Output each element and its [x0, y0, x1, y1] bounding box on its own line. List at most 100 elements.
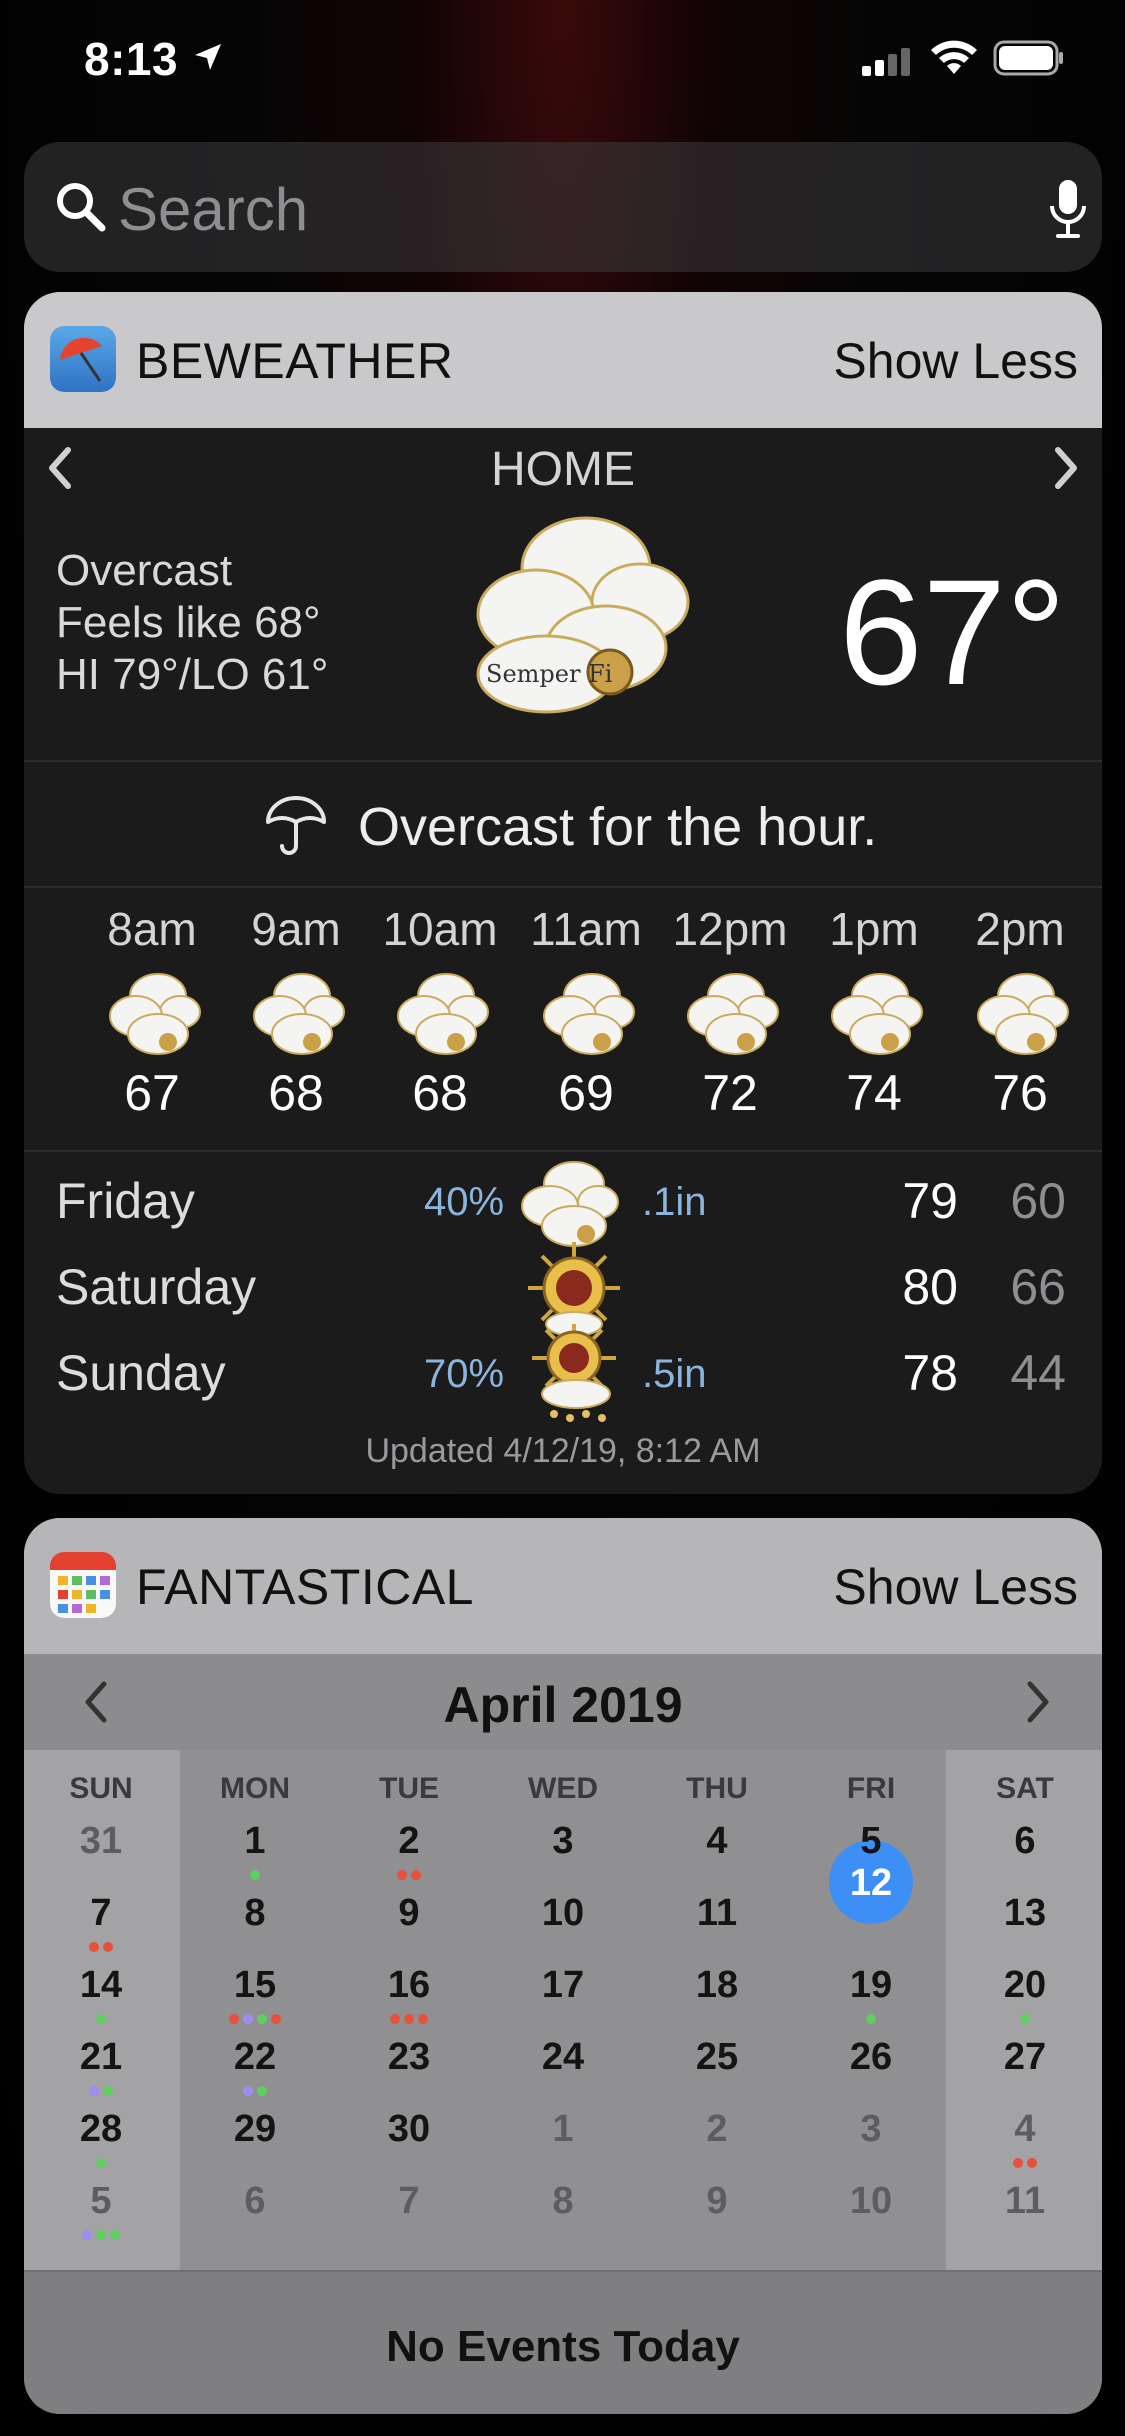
hour-label: 2pm: [975, 903, 1065, 955]
weekday-label: MON: [220, 1772, 290, 1805]
search-icon: [57, 183, 106, 232]
hour-temp: 74: [846, 1065, 902, 1121]
day-cell[interactable]: 24: [486, 2036, 640, 2079]
day-cell[interactable]: 17: [486, 1964, 640, 2007]
day-cell[interactable]: 14: [24, 1964, 178, 2007]
microphone-icon[interactable]: [1048, 178, 1088, 240]
day-low: 60: [1010, 1173, 1066, 1229]
day-cell[interactable]: 26: [794, 2036, 948, 2079]
search-bar[interactable]: Search: [24, 142, 1102, 272]
event-dots: [24, 1942, 178, 1952]
cloud-icon: [543, 973, 635, 1055]
day-cell[interactable]: 8: [178, 1892, 332, 1935]
current-temperature: 67°: [839, 548, 1066, 716]
day-cell[interactable]: 20: [948, 1964, 1102, 2007]
day-cell[interactable]: 10: [794, 2180, 948, 2223]
day-cell[interactable]: 2: [332, 1820, 486, 1863]
day-cell[interactable]: 9: [332, 1892, 486, 1935]
day-cell[interactable]: 13: [948, 1892, 1102, 1935]
day-cell[interactable]: 18: [640, 1964, 794, 2007]
chevron-right-icon[interactable]: [1024, 1678, 1054, 1726]
event-dots: [178, 2086, 332, 2096]
day-cell[interactable]: 29: [178, 2108, 332, 2151]
hour-temp: 67: [124, 1065, 180, 1121]
event-dots: [178, 1870, 332, 1880]
weekday-label: THU: [686, 1772, 748, 1805]
day-cell[interactable]: 25: [640, 2036, 794, 2079]
day-cell[interactable]: 5: [794, 1820, 948, 1863]
day-cell[interactable]: 30: [332, 2108, 486, 2151]
hourly-item: 11am 69: [516, 902, 656, 1122]
cellular-signal-icon: [862, 48, 910, 76]
day-cell[interactable]: 16: [332, 1964, 486, 2007]
weekday-label: WED: [528, 1772, 598, 1805]
day-cell[interactable]: 27: [948, 2036, 1102, 2079]
day-cell[interactable]: 31: [24, 1820, 178, 1863]
day-cell[interactable]: 28: [24, 2108, 178, 2151]
location-arrow-icon: [195, 44, 221, 70]
cloud-icon: [397, 973, 489, 1055]
weekday-label: SUN: [69, 1772, 133, 1805]
hour-label: 1pm: [829, 903, 919, 955]
beweather-widget: BEWEATHER Show Less HOME Overcast Feels …: [24, 292, 1102, 1494]
divider: [24, 1150, 1102, 1152]
hi-lo-text: HI 79°/LO 61°: [56, 650, 329, 699]
event-dots: [178, 2014, 332, 2024]
day-low: 44: [1010, 1345, 1066, 1401]
day-name: Friday: [56, 1173, 195, 1229]
day-cell[interactable]: 7: [24, 1892, 178, 1935]
cloud-icon: [977, 973, 1069, 1055]
day-cell[interactable]: 23: [332, 2036, 486, 2079]
day-cell[interactable]: 3: [794, 2108, 948, 2151]
day-cell[interactable]: 11: [640, 1892, 794, 1935]
day-cell[interactable]: 9: [640, 2180, 794, 2223]
beweather-header: BEWEATHER Show Less: [24, 292, 1102, 428]
fantastical-show-less-button[interactable]: Show Less: [833, 1558, 1078, 1616]
search-input[interactable]: Search: [118, 175, 308, 244]
no-events-text: No Events Today: [386, 2322, 740, 2371]
day-cell[interactable]: 10: [486, 1892, 640, 1935]
hour-temp: 68: [412, 1065, 468, 1121]
day-cell[interactable]: 6: [948, 1820, 1102, 1863]
day-cell-today[interactable]: 12: [794, 1862, 948, 1905]
event-dots: [24, 2014, 178, 2024]
event-dots: [24, 2086, 178, 2096]
precip-amount: .1in: [642, 1180, 707, 1224]
hourly-item: 2pm 76: [950, 902, 1090, 1122]
cloud-icon: [253, 973, 345, 1055]
cloud-icon: [109, 973, 201, 1055]
day-cell[interactable]: 6: [178, 2180, 332, 2223]
weekday-label: SAT: [996, 1772, 1054, 1805]
day-cell[interactable]: 19: [794, 1964, 948, 2007]
month-title: April 2019: [443, 1677, 683, 1733]
hourly-item: 10am 68: [370, 902, 510, 1122]
day-cell[interactable]: 1: [486, 2108, 640, 2151]
day-cell[interactable]: 22: [178, 2036, 332, 2079]
day-cell[interactable]: 4: [948, 2108, 1102, 2151]
chevron-right-icon[interactable]: [1050, 444, 1084, 492]
calendar-header: April 2019: [24, 1654, 1102, 1750]
day-cell[interactable]: 11: [948, 2180, 1102, 2223]
day-cell[interactable]: 3: [486, 1820, 640, 1863]
hour-temp: 76: [992, 1065, 1048, 1121]
wifi-icon: [931, 40, 977, 74]
day-cell[interactable]: 8: [486, 2180, 640, 2223]
status-bar: 8:13: [0, 0, 1125, 120]
fantastical-title: FANTASTICAL: [136, 1559, 474, 1615]
day-cell[interactable]: 1: [178, 1820, 332, 1863]
semper-fi-label: Semper Fi: [486, 660, 613, 688]
day-cell[interactable]: 7: [332, 2180, 486, 2223]
day-cell[interactable]: 21: [24, 2036, 178, 2079]
beweather-show-less-button[interactable]: Show Less: [833, 332, 1078, 390]
fantastical-app-icon: [50, 1552, 116, 1618]
day-cell[interactable]: 2: [640, 2108, 794, 2151]
day-cell[interactable]: 5: [24, 2180, 178, 2223]
hour-summary-text: Overcast for the hour.: [358, 797, 878, 857]
day-cell[interactable]: 4: [640, 1820, 794, 1863]
precip-chance: 40%: [424, 1180, 505, 1224]
event-dots: [948, 2158, 1102, 2168]
event-dots: [24, 2230, 178, 2240]
day-cell[interactable]: 15: [178, 1964, 332, 2007]
day-high: 79: [902, 1173, 958, 1229]
calendar-grid: SUN MON TUE WED THU FRI SAT 31 1 2 3 4 5…: [24, 1750, 1102, 2270]
